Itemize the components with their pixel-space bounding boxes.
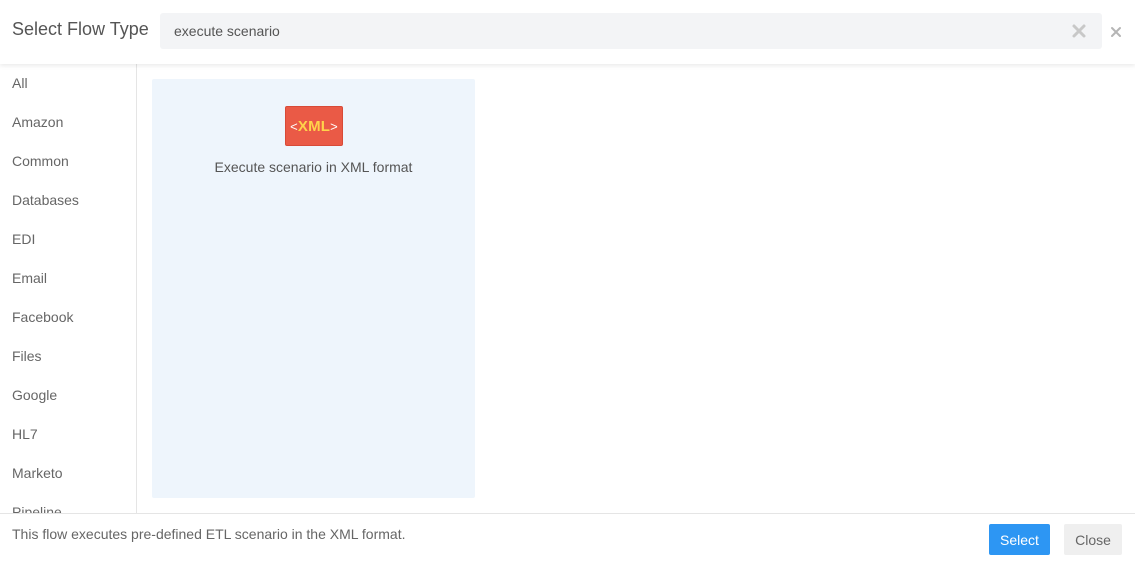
select-button[interactable]: Select <box>989 524 1050 555</box>
xml-icon-text: XML <box>297 117 331 135</box>
sidebar-item-all[interactable]: All <box>0 64 136 103</box>
sidebar-item-google[interactable]: Google <box>0 376 136 415</box>
sidebar-item-pipeline[interactable]: Pipeline <box>0 493 136 513</box>
sidebar-item-databases[interactable]: Databases <box>0 181 136 220</box>
search-box <box>160 13 1102 49</box>
sidebar-item-edi[interactable]: EDI <box>0 220 136 259</box>
xml-icon: < XML > <box>285 106 343 146</box>
dialog-title: Select Flow Type <box>12 19 149 39</box>
sidebar-item-facebook[interactable]: Facebook <box>0 298 136 337</box>
dialog-header: Select Flow Type <box>0 0 1135 64</box>
flow-card-execute-scenario-xml[interactable]: < XML > Execute scenario in XML format <box>152 79 475 498</box>
sidebar-item-marketo[interactable]: Marketo <box>0 454 136 493</box>
flow-description: This flow executes pre-defined ETL scena… <box>12 526 406 542</box>
flow-card-label: Execute scenario in XML format <box>214 159 413 175</box>
clear-search-icon[interactable] <box>1070 22 1088 40</box>
sidebar-item-email[interactable]: Email <box>0 259 136 298</box>
xml-icon-open: < <box>290 118 298 134</box>
category-sidebar: All Amazon Common Databases EDI Email Fa… <box>0 64 137 513</box>
xml-icon-close: > <box>330 118 338 134</box>
dialog-footer: This flow executes pre-defined ETL scena… <box>0 513 1135 562</box>
close-dialog-icon[interactable] <box>1110 25 1122 37</box>
close-button[interactable]: Close <box>1064 524 1122 555</box>
sidebar-item-common[interactable]: Common <box>0 142 136 181</box>
sidebar-item-amazon[interactable]: Amazon <box>0 103 136 142</box>
sidebar-item-hl7[interactable]: HL7 <box>0 415 136 454</box>
sidebar-item-files[interactable]: Files <box>0 337 136 376</box>
search-input[interactable] <box>160 13 1060 49</box>
results-panel: < XML > Execute scenario in XML format <box>137 64 1135 513</box>
